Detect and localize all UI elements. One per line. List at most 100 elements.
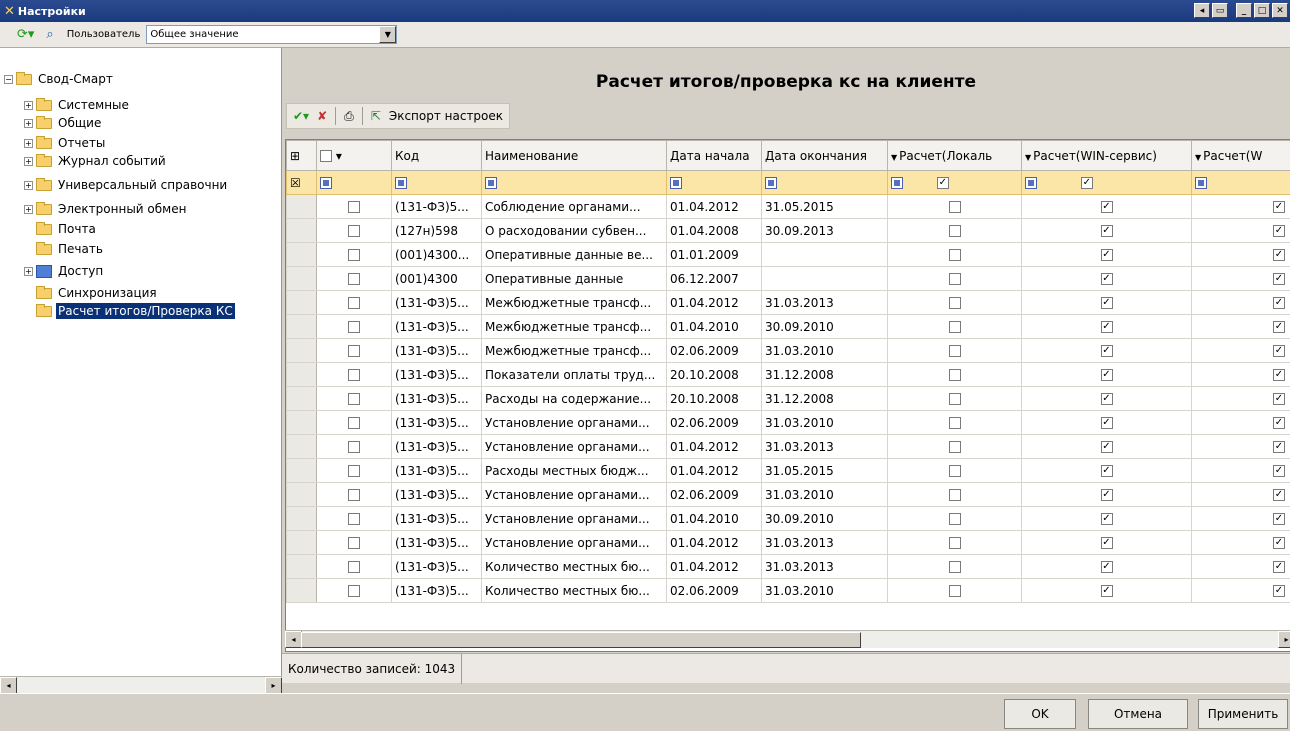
row-indicator[interactable] <box>286 338 317 363</box>
row-indicator[interactable] <box>286 194 317 219</box>
row-checkbox[interactable] <box>348 465 360 477</box>
cell-code[interactable]: (131-ФЗ)5... <box>391 434 482 459</box>
table-row[interactable]: (131-ФЗ)5... Межбюджетные трансф... 01.04.… <box>286 290 1290 315</box>
row-checkbox[interactable] <box>348 249 360 261</box>
table-row[interactable]: (131-ФЗ)5... Соблюдение органами... 01.04.… <box>286 194 1290 219</box>
row-select[interactable] <box>316 314 392 339</box>
cell-calc-win[interactable]: ✓ <box>1021 410 1192 435</box>
cell-name[interactable]: Количество местных бю... <box>481 578 667 603</box>
cancel-button[interactable]: Отмена <box>1088 699 1188 729</box>
calc-local-checkbox[interactable] <box>948 561 961 573</box>
header-calc-w[interactable]: ▼ Расчет(W <box>1191 140 1290 171</box>
row-indicator[interactable] <box>286 506 317 531</box>
row-indicator[interactable] <box>286 386 317 411</box>
tree-item[interactable]: + Доступ <box>24 262 105 280</box>
binoculars-icon[interactable]: ⌕ <box>43 25 56 45</box>
cell-code[interactable]: (131-ФЗ)5... <box>391 458 482 483</box>
cell-name[interactable]: Установление органами... <box>481 530 667 555</box>
row-indicator[interactable] <box>286 218 317 243</box>
expander-icon[interactable]: − <box>4 74 13 84</box>
cell-calc-local[interactable] <box>887 266 1022 291</box>
maximize-button[interactable]: □ <box>1254 3 1270 18</box>
cell-name[interactable]: Оперативные данные <box>481 266 667 291</box>
cell-calc-local[interactable] <box>887 314 1022 339</box>
cell-end[interactable]: 30.09.2013 <box>761 218 888 243</box>
calc-win-checkbox[interactable]: ✓ <box>1100 249 1113 261</box>
cell-start[interactable]: 01.01.2009 <box>666 242 762 267</box>
cell-calc-w[interactable]: ✓ <box>1191 386 1290 411</box>
filter-calc-local[interactable]: ✓ <box>887 170 1022 195</box>
table-row[interactable]: (131-ФЗ)5... Установление органами... 01.0… <box>286 434 1290 459</box>
calc-w-checkbox[interactable]: ✓ <box>1273 513 1285 525</box>
calc-local-checkbox[interactable] <box>948 393 961 405</box>
row-select[interactable] <box>316 530 392 555</box>
calc-w-checkbox[interactable]: ✓ <box>1273 417 1285 429</box>
calc-win-checkbox[interactable]: ✓ <box>1100 201 1113 213</box>
tree-item[interactable]: + Электронный обмен <box>24 200 188 218</box>
header-calc-win[interactable]: ▼ Расчет(WIN-сервис) <box>1021 140 1192 171</box>
cell-end[interactable]: 31.03.2013 <box>761 290 888 315</box>
calc-win-checkbox[interactable]: ✓ <box>1100 369 1113 381</box>
filter-code[interactable] <box>391 170 482 195</box>
row-select[interactable] <box>316 482 392 507</box>
calc-local-checkbox[interactable] <box>948 465 961 477</box>
cell-end[interactable]: 31.03.2010 <box>761 578 888 603</box>
calc-win-checkbox[interactable]: ✓ <box>1100 537 1113 549</box>
grid-scroll-left-icon[interactable]: ◂ <box>285 631 302 648</box>
cell-calc-w[interactable]: ✓ <box>1191 434 1290 459</box>
tree-item[interactable]: + Системные <box>24 96 131 114</box>
cell-calc-local[interactable] <box>887 554 1022 579</box>
cell-calc-win[interactable]: ✓ <box>1021 194 1192 219</box>
cell-name[interactable]: Межбюджетные трансф... <box>481 338 667 363</box>
export-icon[interactable]: ⇱ <box>371 109 381 123</box>
cell-calc-local[interactable] <box>887 242 1022 267</box>
calc-w-checkbox[interactable]: ✓ <box>1273 537 1285 549</box>
row-indicator[interactable] <box>286 290 317 315</box>
cell-calc-win[interactable]: ✓ <box>1021 530 1192 555</box>
cell-name[interactable]: О расходовании субвен... <box>481 218 667 243</box>
cell-code[interactable]: (001)4300... <box>391 242 482 267</box>
calc-w-checkbox[interactable]: ✓ <box>1273 465 1285 477</box>
cell-name[interactable]: Расходы местных бюдж... <box>481 458 667 483</box>
user-select[interactable]: Общее значение ▼ <box>146 25 398 44</box>
cell-code[interactable]: (131-ФЗ)5... <box>391 386 482 411</box>
tree-item[interactable]: Печать <box>24 240 105 258</box>
table-row[interactable]: (001)4300 Оперативные данные 06.12.2007 ✓ ✓ <box>286 266 1290 291</box>
row-indicator[interactable] <box>286 242 317 267</box>
row-select[interactable] <box>316 410 392 435</box>
expander-icon[interactable]: + <box>24 138 33 148</box>
apply-button[interactable]: Применить <box>1198 699 1288 729</box>
row-indicator[interactable] <box>286 314 317 339</box>
expander-icon[interactable]: + <box>24 118 33 128</box>
cell-start[interactable]: 01.04.2012 <box>666 554 762 579</box>
row-select[interactable] <box>316 290 392 315</box>
tree-item[interactable]: Почта <box>24 220 98 238</box>
calc-w-checkbox[interactable]: ✓ <box>1273 441 1285 453</box>
tree-item[interactable]: Расчет итогов/Проверка КС <box>24 302 235 320</box>
cell-end[interactable]: 31.03.2013 <box>761 554 888 579</box>
cell-calc-win[interactable]: ✓ <box>1021 482 1192 507</box>
cell-calc-win[interactable]: ✓ <box>1021 386 1192 411</box>
table-row[interactable]: (131-ФЗ)5... Установление органами... 01.0… <box>286 506 1290 531</box>
tree-item[interactable]: Синхронизация <box>24 284 159 302</box>
calc-win-checkbox[interactable]: ✓ <box>1100 345 1113 357</box>
row-select[interactable] <box>316 338 392 363</box>
table-row[interactable]: (131-ФЗ)5... Расходы на содержание... 20.1… <box>286 386 1290 411</box>
row-select[interactable] <box>316 362 392 387</box>
tree-item[interactable]: + Отчеты <box>24 134 107 152</box>
table-row[interactable]: (131-ФЗ)5... Установление органами... 02.0… <box>286 410 1290 435</box>
cell-code[interactable]: (131-ФЗ)5... <box>391 482 482 507</box>
row-select[interactable] <box>316 194 392 219</box>
cell-calc-w[interactable]: ✓ <box>1191 242 1290 267</box>
cell-calc-w[interactable]: ✓ <box>1191 410 1290 435</box>
calc-local-checkbox[interactable] <box>948 441 961 453</box>
filter-start[interactable] <box>666 170 762 195</box>
cell-calc-w[interactable]: ✓ <box>1191 362 1290 387</box>
row-indicator[interactable] <box>286 578 317 603</box>
calc-win-checkbox[interactable]: ✓ <box>1100 561 1113 573</box>
cell-name[interactable]: Межбюджетные трансф... <box>481 314 667 339</box>
cell-start[interactable]: 01.04.2010 <box>666 506 762 531</box>
cell-calc-w[interactable]: ✓ <box>1191 338 1290 363</box>
row-select[interactable] <box>316 554 392 579</box>
cell-code[interactable]: (131-ФЗ)5... <box>391 554 482 579</box>
